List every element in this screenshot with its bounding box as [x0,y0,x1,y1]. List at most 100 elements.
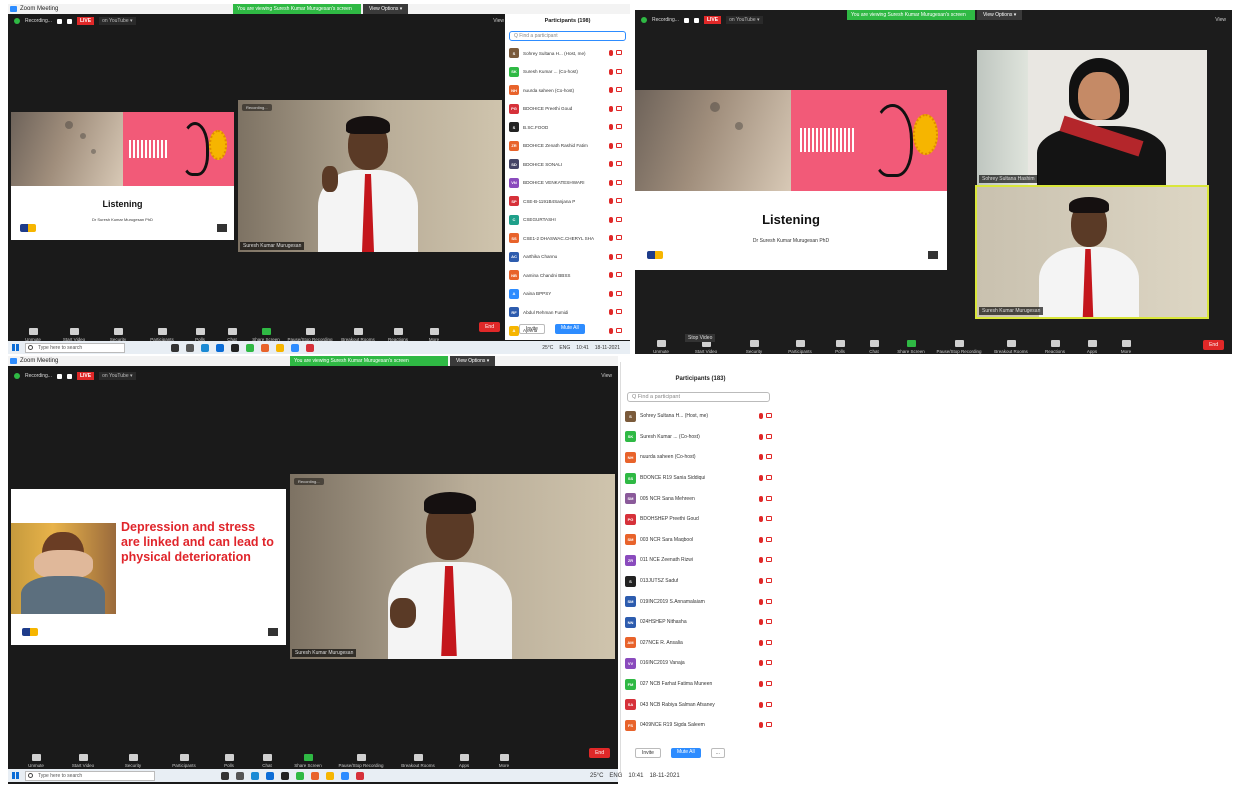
record-button[interactable]: Pause/Stop Recording [284,328,336,342]
view-options-button[interactable]: View Options ▾ [363,4,409,14]
shield-icon[interactable] [14,373,20,379]
mic-muted-icon[interactable] [759,701,763,708]
speaker-video-tile[interactable]: Recording... Suresh Kumar Murugesan [238,100,502,252]
participant-row[interactable]: PG BDOHICE Preethi Goud [505,100,630,119]
participant-row[interactable]: SM 005 NCR Sana Mehreen [621,488,780,509]
camera-off-icon[interactable] [616,161,622,167]
stop-icon[interactable] [66,373,72,379]
security-button[interactable]: Security [108,754,158,768]
camera-off-icon[interactable] [616,235,622,241]
end-meeting-button[interactable]: End [589,748,610,758]
end-meeting-button[interactable]: End [479,322,500,332]
live-badge[interactable]: LIVE [703,16,722,24]
camera-off-icon[interactable] [766,536,772,542]
camera-off-icon[interactable] [766,619,772,625]
camera-off-icon[interactable] [766,413,772,419]
shield-icon[interactable] [641,17,647,23]
camera-off-icon[interactable] [766,722,772,728]
participant-row[interactable]: S B.SC.FOOD [505,118,630,137]
camera-off-icon[interactable] [766,639,772,645]
participant-row[interactable]: SM 003 NCR Sara Maqbool [621,530,780,551]
start-video-button[interactable]: Start Video [58,754,108,768]
taskbar-search-input[interactable]: Type here to search [25,342,125,353]
mic-muted-icon[interactable] [609,68,613,75]
camera-off-icon[interactable] [766,681,772,687]
camera-off-icon[interactable] [766,516,772,522]
camera-off-icon[interactable] [766,454,772,460]
camera-off-icon[interactable] [766,557,772,563]
mic-muted-icon[interactable] [759,495,763,502]
participant-row[interactable]: NH nuurda saheen (Co-host) [505,81,630,100]
polls-button[interactable]: Polls [823,340,857,354]
participant-row[interactable]: RF Abdul Rehman Fumidi [505,303,630,322]
mic-muted-icon[interactable] [609,309,613,316]
live-badge[interactable]: LIVE [76,372,95,380]
participant-row[interactable]: SM 019INC2019 S.Annamalaiam [621,591,780,612]
participant-row[interactable]: ZR BDOHICE Zenath Rashid Fatim [505,137,630,156]
camera-off-icon[interactable] [616,272,622,278]
speaker-video-tile[interactable]: Suresh Kumar Murugesan [975,185,1209,319]
host-video-tile[interactable]: Sohrey Sultana Hashim [977,50,1207,185]
view-options-button[interactable]: View Options ▾ [450,356,496,366]
on-youtube-dropdown[interactable]: on YouTube ▾ [726,16,763,24]
apps-button[interactable]: Apps [444,754,484,768]
camera-off-icon[interactable] [616,290,622,296]
on-youtube-dropdown[interactable]: on YouTube ▾ [99,372,136,380]
participant-row[interactable]: SP CSE-B-1191B4Sanjana P [505,192,630,211]
mic-muted-icon[interactable] [609,198,613,205]
participant-row[interactable]: SK Suresh Kumar ... (Co-host) [505,63,630,82]
mic-muted-icon[interactable] [609,142,613,149]
reactions-button[interactable]: Reactions [380,328,416,342]
mic-muted-icon[interactable] [609,253,613,260]
breakout-rooms-button[interactable]: Breakout Rooms [392,754,444,768]
pause-icon[interactable] [56,18,62,24]
camera-off-icon[interactable] [616,50,622,56]
language-indicator[interactable]: ENG [609,773,622,779]
mute-all-button[interactable]: Mute All [670,748,701,758]
mic-muted-icon[interactable] [759,681,763,688]
participant-row[interactable]: AM 027NCE R. Ansalia [621,633,780,654]
mic-muted-icon[interactable] [609,124,613,131]
camera-off-icon[interactable] [766,433,772,439]
mic-muted-icon[interactable] [759,475,763,482]
mic-muted-icon[interactable] [759,536,763,543]
breakout-rooms-button[interactable]: Breakout Rooms [336,328,380,342]
stop-icon[interactable] [693,17,699,23]
camera-off-icon[interactable] [616,253,622,259]
participant-row[interactable]: AC Aarthika Channu [505,248,630,267]
camera-off-icon[interactable] [766,660,772,666]
mic-muted-icon[interactable] [759,516,763,523]
camera-off-icon[interactable] [766,598,772,604]
mic-muted-icon[interactable] [609,179,613,186]
start-video-button[interactable]: Start Video [52,328,96,342]
share-screen-button[interactable]: Share Screen [286,754,330,768]
participant-row[interactable]: SA 043 NCB Rabiya Salman Afsaney [621,694,780,715]
mic-muted-icon[interactable] [759,578,763,585]
camera-off-icon[interactable] [616,216,622,222]
participant-search-input[interactable]: Q Find a participant [627,392,770,402]
mic-muted-icon[interactable] [759,639,763,646]
more-button[interactable]: More [416,328,452,342]
camera-off-icon[interactable] [616,309,622,315]
mic-muted-icon[interactable] [609,235,613,242]
speaker-video-tile[interactable]: Recording... Suresh Kumar Murugesan [290,474,615,659]
mic-muted-icon[interactable] [759,619,763,626]
participant-row[interactable]: NB Aamina Chandni BBSS [505,266,630,285]
share-screen-button[interactable]: Share Screen [891,340,931,354]
camera-off-icon[interactable] [766,701,772,707]
unmute-button[interactable]: Unmute [641,340,681,354]
invite-button[interactable]: Invite [519,324,545,334]
mic-muted-icon[interactable] [759,660,763,667]
more-button[interactable]: More [484,754,524,768]
participant-search-input[interactable]: Q Find a participant [509,31,626,41]
taskbar-search-input[interactable]: Type here to search [25,770,155,781]
participant-row[interactable]: FM 027 NCB Farhat Fatima Muneen [621,674,780,695]
participant-row[interactable]: VV 016INC2019 Vanaja [621,653,780,674]
mic-muted-icon[interactable] [759,413,763,420]
clock-time[interactable]: 10:41 [628,773,643,779]
polls-button[interactable]: Polls [184,328,216,342]
participants-button[interactable]: Participants [777,340,823,354]
mic-muted-icon[interactable] [609,290,613,297]
participant-row[interactable]: S Sohrey Sultana H... (Host, me) [621,406,780,427]
share-screen-button[interactable]: Share Screen [248,328,284,342]
